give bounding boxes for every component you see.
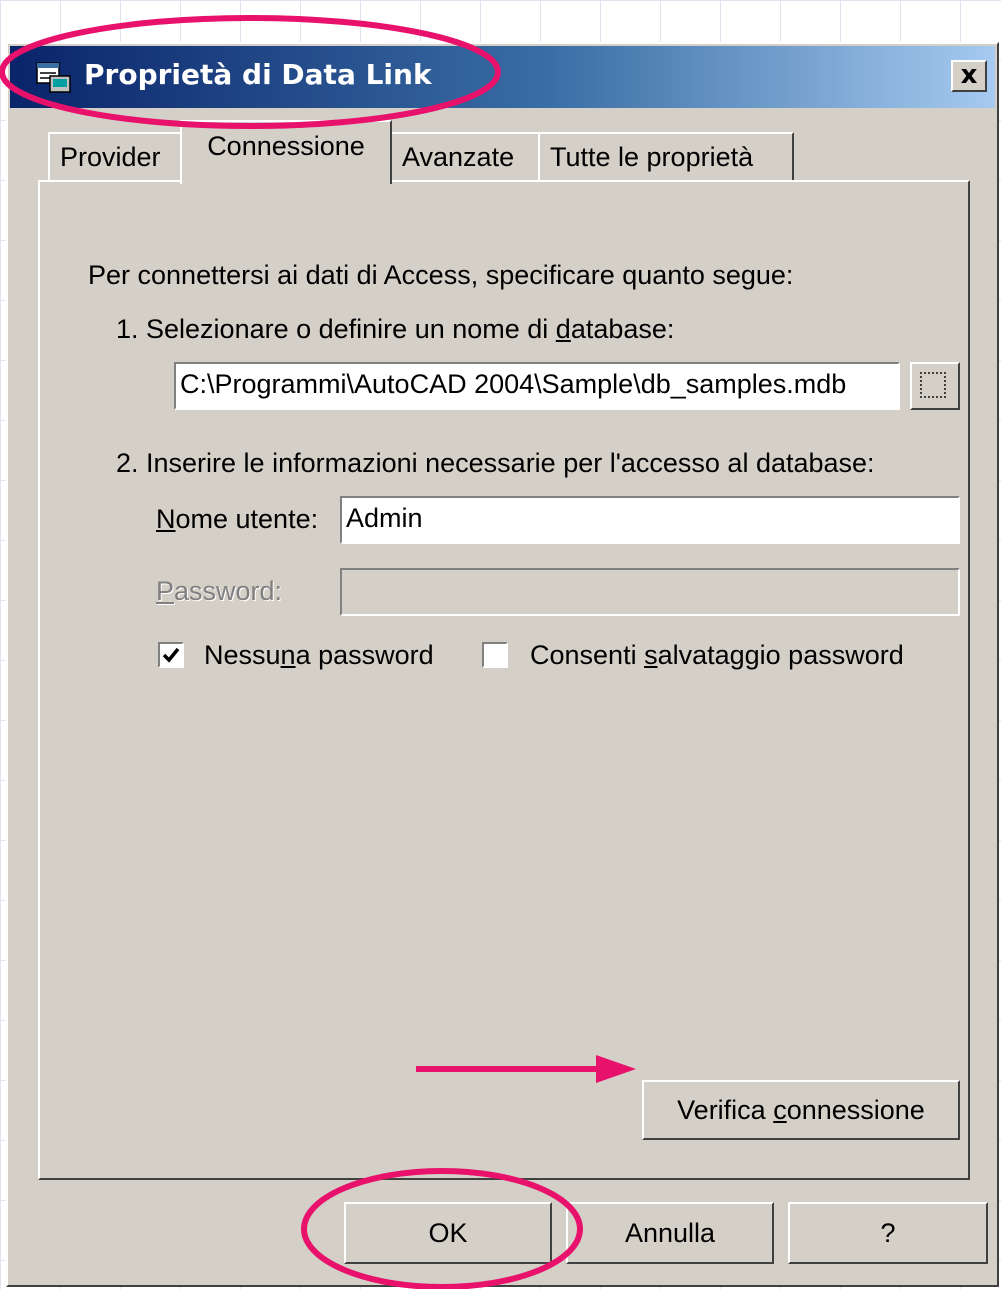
password-label: Password: bbox=[156, 576, 283, 606]
username-label: Nome utente: bbox=[156, 504, 319, 534]
title-bar[interactable]: Proprietà di Data Link x bbox=[10, 46, 995, 108]
tab-connessione[interactable]: Connessione bbox=[180, 120, 392, 184]
intro-text: Per connettersi ai dati di Access, speci… bbox=[88, 260, 794, 290]
database-path-input[interactable]: C:\Programmi\AutoCAD 2004\Sample\db_samp… bbox=[174, 362, 900, 410]
window-title: Proprietà di Data Link bbox=[84, 58, 432, 91]
checkmark-icon bbox=[162, 647, 180, 663]
no-password-label[interactable]: Nessuna password bbox=[204, 640, 434, 671]
ellipsis-icon bbox=[920, 372, 946, 398]
allow-save-password-checkbox[interactable] bbox=[482, 642, 508, 668]
username-input[interactable]: Admin bbox=[340, 496, 960, 544]
browse-database-button[interactable] bbox=[910, 362, 960, 410]
step2-label: 2. Inserire le informazioni necessarie p… bbox=[116, 448, 875, 478]
close-button[interactable]: x bbox=[951, 60, 987, 92]
cancel-button[interactable]: Annulla bbox=[566, 1202, 774, 1264]
connection-tab-panel: Per connettersi ai dati di Access, speci… bbox=[38, 180, 970, 1180]
no-password-checkbox[interactable] bbox=[158, 642, 184, 668]
ok-button[interactable]: OK bbox=[344, 1202, 552, 1264]
password-input[interactable] bbox=[340, 568, 960, 616]
tab-provider[interactable]: Provider bbox=[48, 132, 182, 182]
help-button[interactable]: ? bbox=[788, 1202, 988, 1264]
data-link-properties-dialog: Proprietà di Data Link x Provider Connes… bbox=[6, 42, 999, 1287]
step1-label: 1. Selezionare o definire un nome di dat… bbox=[116, 314, 675, 344]
allow-save-password-label[interactable]: Consenti salvataggio password bbox=[530, 640, 904, 671]
tab-avanzate[interactable]: Avanzate bbox=[390, 132, 540, 182]
data-link-app-icon bbox=[36, 62, 72, 94]
test-connection-button[interactable]: Verifica connessione bbox=[642, 1080, 960, 1140]
tab-tutte-le-proprieta[interactable]: Tutte le proprietà bbox=[538, 132, 794, 182]
